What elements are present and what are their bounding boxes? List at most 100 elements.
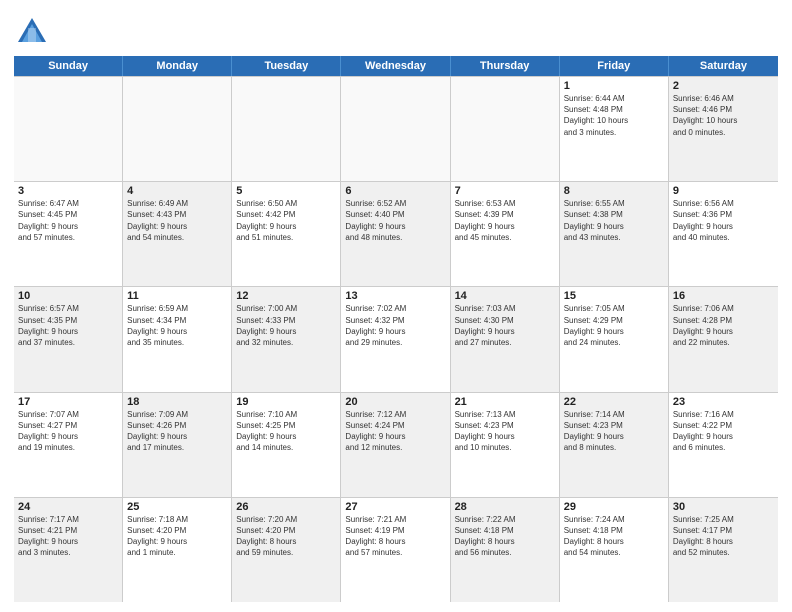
calendar-cell-13: 13Sunrise: 7:02 AM Sunset: 4:32 PM Dayli… — [341, 287, 450, 391]
day-number: 29 — [564, 501, 664, 513]
day-number: 27 — [345, 501, 445, 513]
day-info: Sunrise: 7:16 AM Sunset: 4:22 PM Dayligh… — [673, 409, 774, 454]
calendar: SundayMondayTuesdayWednesdayThursdayFrid… — [14, 56, 778, 602]
day-info: Sunrise: 7:13 AM Sunset: 4:23 PM Dayligh… — [455, 409, 555, 454]
logo-icon — [14, 14, 50, 50]
calendar-body: 1Sunrise: 6:44 AM Sunset: 4:48 PM Daylig… — [14, 76, 778, 602]
calendar-cell-27: 27Sunrise: 7:21 AM Sunset: 4:19 PM Dayli… — [341, 498, 450, 602]
day-info: Sunrise: 7:21 AM Sunset: 4:19 PM Dayligh… — [345, 514, 445, 559]
header-day-saturday: Saturday — [669, 56, 778, 76]
day-number: 13 — [345, 290, 445, 302]
calendar-cell-26: 26Sunrise: 7:20 AM Sunset: 4:20 PM Dayli… — [232, 498, 341, 602]
calendar-cell-empty-0-3 — [341, 77, 450, 181]
calendar-header: SundayMondayTuesdayWednesdayThursdayFrid… — [14, 56, 778, 76]
calendar-cell-23: 23Sunrise: 7:16 AM Sunset: 4:22 PM Dayli… — [669, 393, 778, 497]
day-info: Sunrise: 7:00 AM Sunset: 4:33 PM Dayligh… — [236, 303, 336, 348]
day-info: Sunrise: 6:56 AM Sunset: 4:36 PM Dayligh… — [673, 198, 774, 243]
header-day-sunday: Sunday — [14, 56, 123, 76]
day-number: 24 — [18, 501, 118, 513]
calendar-week-3: 10Sunrise: 6:57 AM Sunset: 4:35 PM Dayli… — [14, 287, 778, 392]
calendar-cell-8: 8Sunrise: 6:55 AM Sunset: 4:38 PM Daylig… — [560, 182, 669, 286]
day-number: 25 — [127, 501, 227, 513]
day-number: 18 — [127, 396, 227, 408]
day-info: Sunrise: 7:18 AM Sunset: 4:20 PM Dayligh… — [127, 514, 227, 559]
logo — [14, 14, 54, 50]
day-info: Sunrise: 7:10 AM Sunset: 4:25 PM Dayligh… — [236, 409, 336, 454]
calendar-cell-2: 2Sunrise: 6:46 AM Sunset: 4:46 PM Daylig… — [669, 77, 778, 181]
day-info: Sunrise: 7:25 AM Sunset: 4:17 PM Dayligh… — [673, 514, 774, 559]
day-number: 11 — [127, 290, 227, 302]
calendar-cell-28: 28Sunrise: 7:22 AM Sunset: 4:18 PM Dayli… — [451, 498, 560, 602]
day-number: 17 — [18, 396, 118, 408]
calendar-cell-21: 21Sunrise: 7:13 AM Sunset: 4:23 PM Dayli… — [451, 393, 560, 497]
day-info: Sunrise: 7:07 AM Sunset: 4:27 PM Dayligh… — [18, 409, 118, 454]
calendar-cell-29: 29Sunrise: 7:24 AM Sunset: 4:18 PM Dayli… — [560, 498, 669, 602]
day-info: Sunrise: 7:20 AM Sunset: 4:20 PM Dayligh… — [236, 514, 336, 559]
day-number: 8 — [564, 185, 664, 197]
day-number: 19 — [236, 396, 336, 408]
calendar-cell-empty-0-1 — [123, 77, 232, 181]
calendar-cell-25: 25Sunrise: 7:18 AM Sunset: 4:20 PM Dayli… — [123, 498, 232, 602]
day-number: 12 — [236, 290, 336, 302]
calendar-cell-3: 3Sunrise: 6:47 AM Sunset: 4:45 PM Daylig… — [14, 182, 123, 286]
day-info: Sunrise: 7:05 AM Sunset: 4:29 PM Dayligh… — [564, 303, 664, 348]
day-info: Sunrise: 6:53 AM Sunset: 4:39 PM Dayligh… — [455, 198, 555, 243]
calendar-cell-empty-0-2 — [232, 77, 341, 181]
calendar-cell-12: 12Sunrise: 7:00 AM Sunset: 4:33 PM Dayli… — [232, 287, 341, 391]
calendar-week-1: 1Sunrise: 6:44 AM Sunset: 4:48 PM Daylig… — [14, 77, 778, 182]
header-day-monday: Monday — [123, 56, 232, 76]
day-info: Sunrise: 6:49 AM Sunset: 4:43 PM Dayligh… — [127, 198, 227, 243]
day-info: Sunrise: 7:14 AM Sunset: 4:23 PM Dayligh… — [564, 409, 664, 454]
calendar-cell-4: 4Sunrise: 6:49 AM Sunset: 4:43 PM Daylig… — [123, 182, 232, 286]
calendar-week-2: 3Sunrise: 6:47 AM Sunset: 4:45 PM Daylig… — [14, 182, 778, 287]
day-info: Sunrise: 6:46 AM Sunset: 4:46 PM Dayligh… — [673, 93, 774, 138]
day-info: Sunrise: 7:03 AM Sunset: 4:30 PM Dayligh… — [455, 303, 555, 348]
calendar-cell-24: 24Sunrise: 7:17 AM Sunset: 4:21 PM Dayli… — [14, 498, 123, 602]
day-number: 3 — [18, 185, 118, 197]
day-number: 4 — [127, 185, 227, 197]
calendar-cell-19: 19Sunrise: 7:10 AM Sunset: 4:25 PM Dayli… — [232, 393, 341, 497]
day-info: Sunrise: 6:44 AM Sunset: 4:48 PM Dayligh… — [564, 93, 664, 138]
day-number: 5 — [236, 185, 336, 197]
calendar-cell-empty-0-4 — [451, 77, 560, 181]
calendar-cell-11: 11Sunrise: 6:59 AM Sunset: 4:34 PM Dayli… — [123, 287, 232, 391]
day-info: Sunrise: 7:24 AM Sunset: 4:18 PM Dayligh… — [564, 514, 664, 559]
day-info: Sunrise: 6:57 AM Sunset: 4:35 PM Dayligh… — [18, 303, 118, 348]
calendar-cell-30: 30Sunrise: 7:25 AM Sunset: 4:17 PM Dayli… — [669, 498, 778, 602]
calendar-cell-22: 22Sunrise: 7:14 AM Sunset: 4:23 PM Dayli… — [560, 393, 669, 497]
calendar-cell-20: 20Sunrise: 7:12 AM Sunset: 4:24 PM Dayli… — [341, 393, 450, 497]
calendar-cell-6: 6Sunrise: 6:52 AM Sunset: 4:40 PM Daylig… — [341, 182, 450, 286]
day-number: 23 — [673, 396, 774, 408]
day-info: Sunrise: 7:02 AM Sunset: 4:32 PM Dayligh… — [345, 303, 445, 348]
calendar-cell-14: 14Sunrise: 7:03 AM Sunset: 4:30 PM Dayli… — [451, 287, 560, 391]
calendar-cell-10: 10Sunrise: 6:57 AM Sunset: 4:35 PM Dayli… — [14, 287, 123, 391]
day-number: 14 — [455, 290, 555, 302]
calendar-cell-7: 7Sunrise: 6:53 AM Sunset: 4:39 PM Daylig… — [451, 182, 560, 286]
day-number: 1 — [564, 80, 664, 92]
header — [14, 10, 778, 50]
day-info: Sunrise: 6:50 AM Sunset: 4:42 PM Dayligh… — [236, 198, 336, 243]
day-number: 6 — [345, 185, 445, 197]
calendar-cell-17: 17Sunrise: 7:07 AM Sunset: 4:27 PM Dayli… — [14, 393, 123, 497]
day-number: 21 — [455, 396, 555, 408]
header-day-thursday: Thursday — [451, 56, 560, 76]
day-number: 20 — [345, 396, 445, 408]
day-info: Sunrise: 7:06 AM Sunset: 4:28 PM Dayligh… — [673, 303, 774, 348]
day-info: Sunrise: 7:22 AM Sunset: 4:18 PM Dayligh… — [455, 514, 555, 559]
day-number: 22 — [564, 396, 664, 408]
calendar-cell-15: 15Sunrise: 7:05 AM Sunset: 4:29 PM Dayli… — [560, 287, 669, 391]
calendar-cell-16: 16Sunrise: 7:06 AM Sunset: 4:28 PM Dayli… — [669, 287, 778, 391]
day-info: Sunrise: 6:55 AM Sunset: 4:38 PM Dayligh… — [564, 198, 664, 243]
day-info: Sunrise: 6:59 AM Sunset: 4:34 PM Dayligh… — [127, 303, 227, 348]
day-info: Sunrise: 7:17 AM Sunset: 4:21 PM Dayligh… — [18, 514, 118, 559]
day-number: 10 — [18, 290, 118, 302]
day-number: 16 — [673, 290, 774, 302]
day-info: Sunrise: 6:52 AM Sunset: 4:40 PM Dayligh… — [345, 198, 445, 243]
day-number: 9 — [673, 185, 774, 197]
page: SundayMondayTuesdayWednesdayThursdayFrid… — [0, 0, 792, 612]
day-info: Sunrise: 6:47 AM Sunset: 4:45 PM Dayligh… — [18, 198, 118, 243]
calendar-cell-empty-0-0 — [14, 77, 123, 181]
day-number: 26 — [236, 501, 336, 513]
calendar-week-4: 17Sunrise: 7:07 AM Sunset: 4:27 PM Dayli… — [14, 393, 778, 498]
calendar-cell-5: 5Sunrise: 6:50 AM Sunset: 4:42 PM Daylig… — [232, 182, 341, 286]
